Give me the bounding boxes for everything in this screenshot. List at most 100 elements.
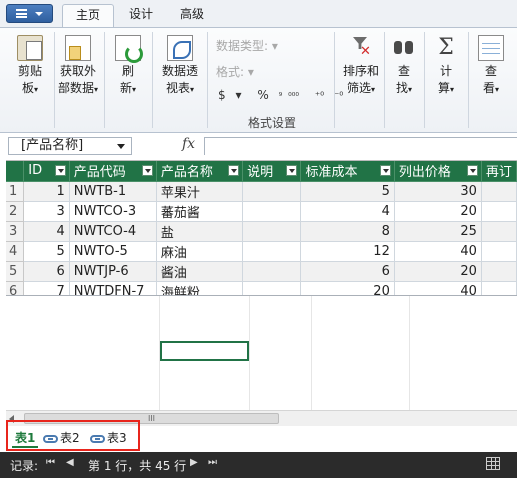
datasheet-view-icon[interactable] [486, 457, 500, 470]
last-record-button[interactable]: ⏭ [208, 457, 217, 468]
cell-product-code[interactable]: NWTCO-3 [69, 201, 157, 222]
currency-button[interactable]: $ ▾ [218, 88, 248, 102]
cell-product-code[interactable]: NWTO-5 [69, 241, 157, 262]
row-number[interactable]: 2 [6, 201, 25, 222]
cell-reorder[interactable] [481, 261, 517, 282]
first-record-button[interactable]: ⏮ [46, 457, 55, 468]
file-menu-button[interactable] [6, 4, 53, 23]
clipboard-button[interactable]: 剪贴 板▾ [8, 31, 52, 98]
row-number[interactable]: 1 [6, 181, 25, 202]
cell-list-price[interactable]: 20 [394, 201, 482, 222]
get-external-data-button[interactable]: 获取外 部数据▾ [56, 31, 100, 98]
cell-standard-cost[interactable]: 8 [300, 221, 395, 242]
cell-product-name[interactable]: 盐 [156, 221, 244, 242]
table-row[interactable]: 3 4 NWTCO-4 盐 8 25 [6, 221, 517, 242]
ribbon-separator [384, 32, 385, 128]
cell-id[interactable]: 1 [23, 181, 70, 202]
cell-product-name[interactable]: 麻油 [156, 241, 244, 262]
empty-sheet-area[interactable] [0, 296, 517, 410]
pivot-label-1: 数据透 [161, 64, 198, 78]
cell-reorder[interactable] [481, 281, 517, 296]
find-button[interactable]: 查 找▾ [388, 31, 420, 98]
cell-reorder[interactable] [481, 201, 517, 222]
refresh-button[interactable]: 刷 新▾ [108, 31, 148, 98]
table-row[interactable]: 4 5 NWTO-5 麻油 12 40 [6, 241, 517, 262]
cell-product-name[interactable]: 酱油 [156, 261, 244, 282]
thousands-button[interactable]: ⁹ ⁰⁰⁰ [279, 92, 305, 102]
chevron-down-icon[interactable] [117, 144, 125, 149]
cell-id[interactable]: 4 [23, 221, 70, 242]
filter-dropdown-icon[interactable] [228, 165, 240, 176]
sort-filter-button[interactable]: 排序和 筛选▾ [339, 31, 383, 98]
pivot-view-button[interactable]: 数据透 视表▾ [157, 31, 203, 98]
cell-reorder[interactable] [481, 181, 517, 202]
cell-description[interactable] [242, 281, 302, 296]
filter-dropdown-icon[interactable] [54, 165, 66, 176]
table-row[interactable]: 2 3 NWTCO-3 蕃茄酱 4 20 [6, 201, 517, 222]
cell-id[interactable]: 7 [23, 281, 70, 296]
tab-home[interactable]: 主页 [62, 4, 114, 28]
previous-record-button[interactable]: ◀ [66, 457, 74, 468]
percent-button[interactable]: % [257, 88, 268, 102]
cell-product-code[interactable]: NWTDFN-7 [69, 281, 157, 296]
cell-list-price[interactable]: 40 [394, 281, 482, 296]
cell-list-price[interactable]: 20 [394, 261, 482, 282]
column-header-product-code[interactable]: 产品代码 [69, 161, 157, 182]
cell-description[interactable] [242, 261, 302, 282]
fx-icon[interactable]: fx [182, 136, 195, 152]
cell-product-name[interactable]: 蕃茄酱 [156, 201, 244, 222]
active-cell[interactable] [160, 341, 249, 361]
cell-id[interactable]: 6 [23, 261, 70, 282]
cell-reorder[interactable] [481, 241, 517, 262]
data-type-dropdown[interactable]: 数据类型: ▾ [216, 37, 278, 54]
column-header-standard-cost[interactable]: 标准成本 [300, 161, 395, 182]
cell-standard-cost[interactable]: 6 [300, 261, 395, 282]
cell-standard-cost[interactable]: 20 [300, 281, 395, 296]
cell-list-price[interactable]: 40 [394, 241, 482, 262]
table-row[interactable]: 6 7 NWTDFN-7 海鲜粉 20 40 [6, 281, 517, 296]
next-record-button[interactable]: ▶ [190, 457, 198, 468]
cell-description[interactable] [242, 181, 302, 202]
filter-dropdown-icon[interactable] [286, 165, 298, 176]
cell-standard-cost[interactable]: 12 [300, 241, 395, 262]
cell-id[interactable]: 3 [23, 201, 70, 222]
cell-id[interactable]: 5 [23, 241, 70, 262]
table-row[interactable]: 5 6 NWTJP-6 酱油 6 20 [6, 261, 517, 282]
format-dropdown[interactable]: 格式: ▾ [216, 63, 254, 80]
tab-advanced[interactable]: 高级 [168, 4, 216, 28]
column-header-list-price[interactable]: 列出价格 [394, 161, 482, 182]
column-header-reorder[interactable]: 再订 [481, 161, 517, 182]
row-number[interactable]: 4 [6, 241, 25, 262]
filter-dropdown-icon[interactable] [466, 165, 478, 176]
cell-product-name[interactable]: 海鲜粉 [156, 281, 244, 296]
increase-decimal-button[interactable]: ⁺⁰ [315, 91, 324, 102]
cell-reorder[interactable] [481, 221, 517, 242]
cell-product-code[interactable]: NWTCO-4 [69, 221, 157, 242]
cell-standard-cost[interactable]: 4 [300, 201, 395, 222]
formula-input[interactable] [204, 137, 517, 155]
row-number[interactable]: 5 [6, 261, 25, 282]
filter-dropdown-icon[interactable] [379, 165, 391, 176]
row-number[interactable]: 6 [6, 281, 25, 296]
column-header-description[interactable]: 说明 [242, 161, 302, 182]
cell-description[interactable] [242, 221, 302, 242]
column-header-id[interactable]: ID [23, 161, 70, 182]
view-button[interactable]: 查 看▾ [474, 31, 508, 98]
table-row[interactable]: 1 1 NWTB-1 苹果汁 5 30 [6, 181, 517, 202]
cell-list-price[interactable]: 25 [394, 221, 482, 242]
column-header-product-name[interactable]: 产品名称 [156, 161, 244, 182]
cell-product-code[interactable]: NWTB-1 [69, 181, 157, 202]
row-number[interactable]: 3 [6, 221, 25, 242]
cell-standard-cost[interactable]: 5 [300, 181, 395, 202]
cell-product-name[interactable]: 苹果汁 [156, 181, 244, 202]
cell-product-code[interactable]: NWTJP-6 [69, 261, 157, 282]
calculate-button[interactable]: Σ 计 算▾ [430, 31, 462, 98]
cell-description[interactable] [242, 201, 302, 222]
cell-list-price[interactable]: 30 [394, 181, 482, 202]
tab-design[interactable]: 设计 [118, 4, 164, 28]
name-box[interactable]: [产品名称] [8, 137, 132, 155]
filter-dropdown-icon[interactable] [141, 165, 153, 176]
select-all-corner[interactable] [6, 161, 25, 182]
chevron-down-icon: ▾ [235, 88, 242, 102]
cell-description[interactable] [242, 241, 302, 262]
